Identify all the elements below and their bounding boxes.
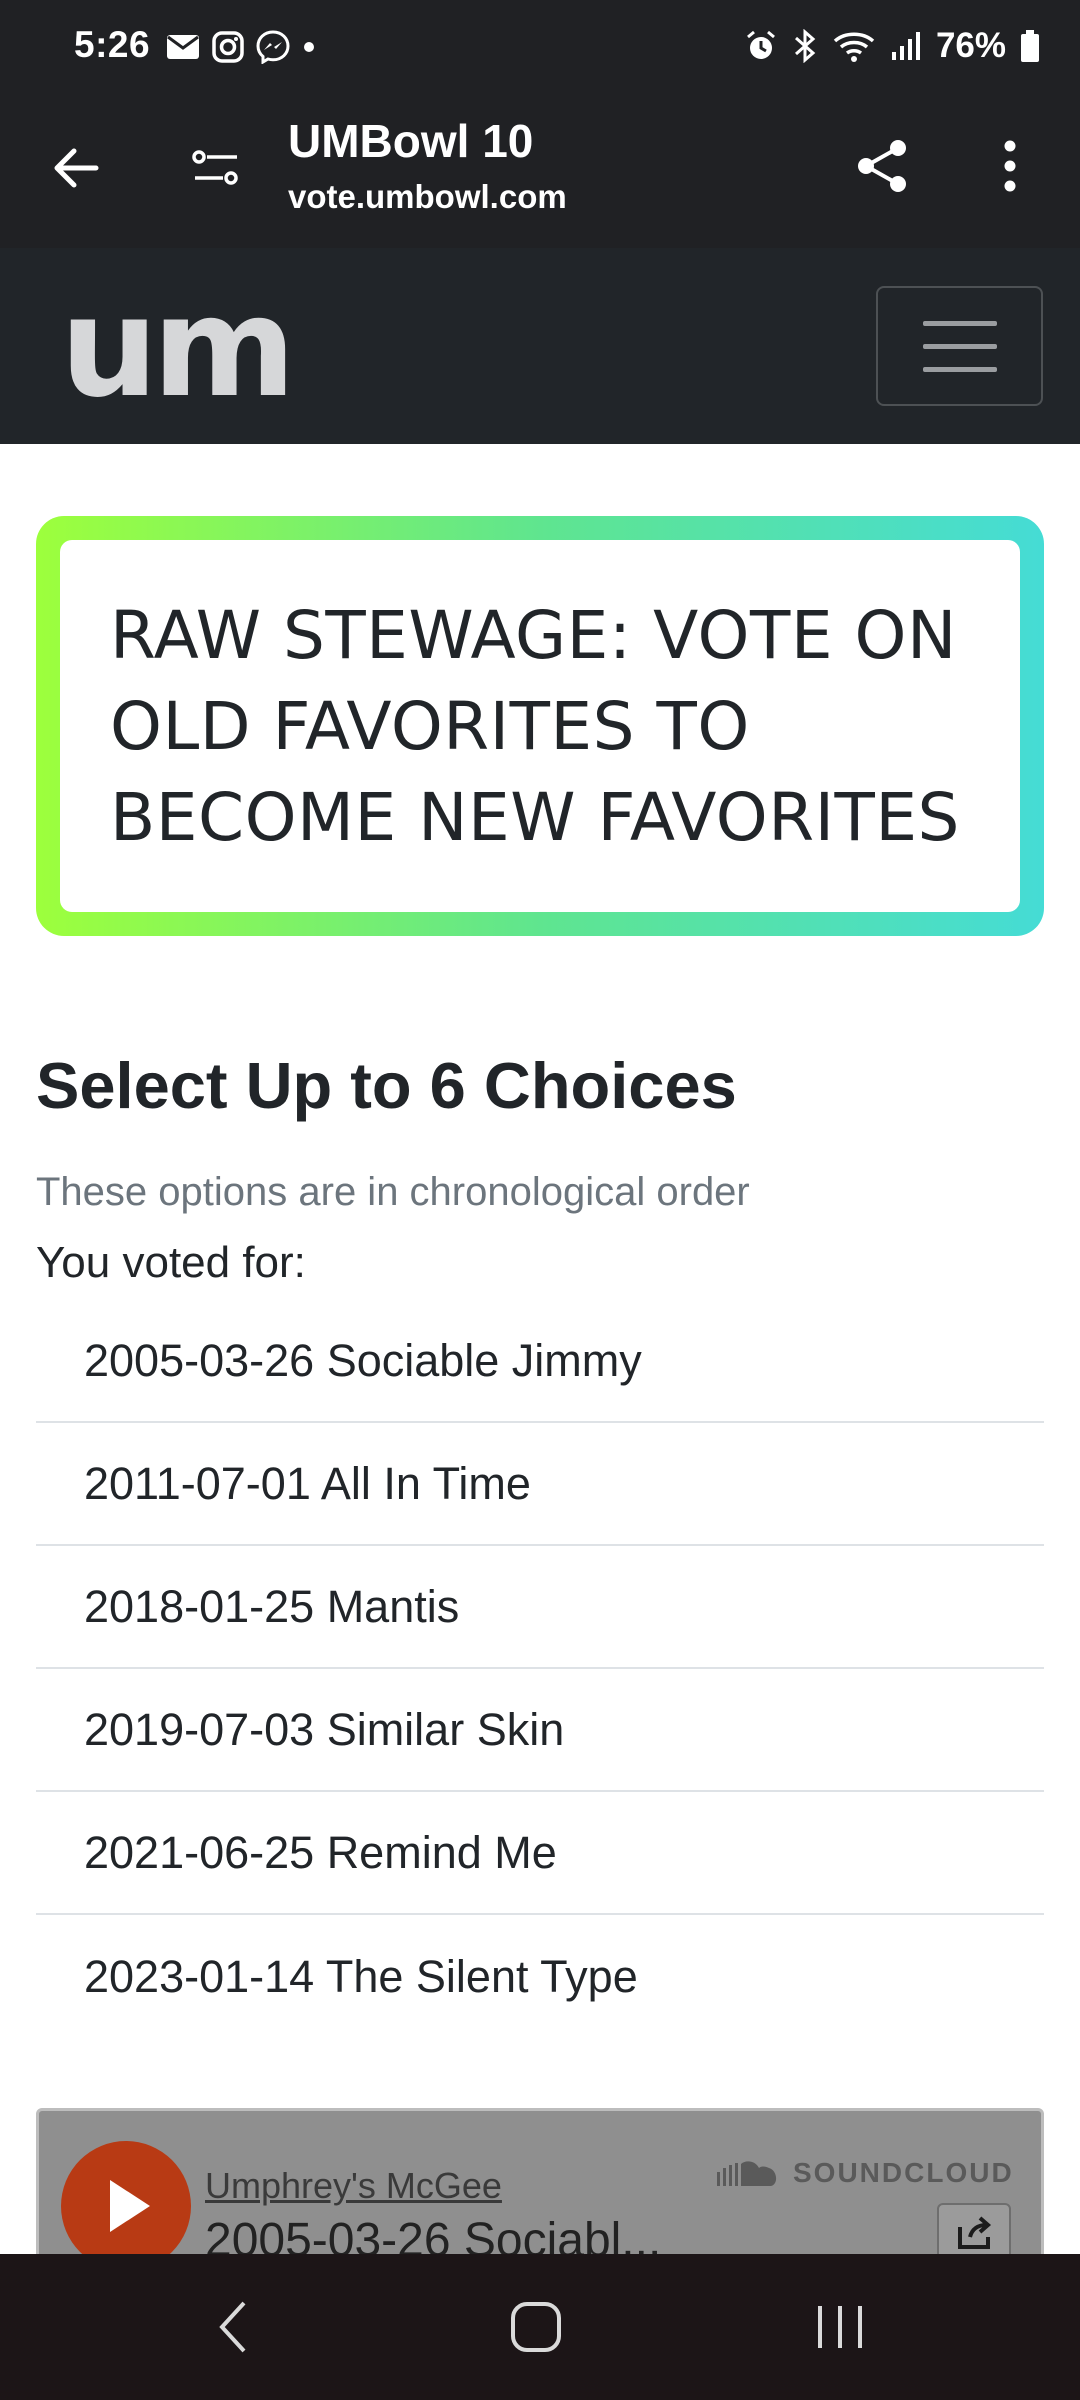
share-box-icon <box>958 2216 992 2249</box>
page-title: UMBowl 10 <box>288 115 534 167</box>
banner-line: BECOME NEW FAVORITES <box>110 779 960 856</box>
list-item: 2005-03-26 Sociable Jimmy <box>36 1300 1044 1423</box>
list-item: 2018-01-25 Mantis <box>36 1546 1044 1669</box>
play-icon <box>110 2180 150 2232</box>
dot-icon <box>304 42 314 52</box>
wifi-icon <box>833 32 875 62</box>
site-logo[interactable]: um <box>60 279 296 417</box>
list-item: 2023-01-14 The Silent Type <box>84 1950 638 2002</box>
back-button[interactable] <box>40 132 112 204</box>
mail-icon <box>167 35 199 59</box>
hamburger-icon-bar <box>922 343 997 349</box>
nav-menu-toggle-button[interactable] <box>876 286 1043 406</box>
instagram-icon <box>212 31 244 63</box>
list-item: 2021-06-25 Remind Me <box>36 1792 1044 1915</box>
system-navigation-bar <box>0 2254 1080 2400</box>
screen: 5:26 76% UMBowl 10 vote.umbowl.com um RA… <box>0 0 1080 2400</box>
soundcloud-icon <box>717 2161 777 2186</box>
messenger-icon <box>256 30 290 64</box>
battery-icon <box>1021 30 1039 62</box>
nav-back-button[interactable] <box>184 2282 284 2372</box>
artist-link[interactable]: Umphrey's McGee <box>205 2165 502 2207</box>
list-item: 2011-07-01 All In Time <box>36 1423 1044 1546</box>
banner-inner: RAW STEWAGE: VOTE ON OLD FAVORITES TO BE… <box>60 540 1020 912</box>
status-bar: 5:26 76% <box>0 0 1080 96</box>
signal-icon <box>891 32 920 60</box>
banner: RAW STEWAGE: VOTE ON OLD FAVORITES TO BE… <box>36 516 1044 936</box>
banner-heading: RAW STEWAGE: VOTE ON OLD FAVORITES TO BE… <box>110 590 970 863</box>
more-options-button[interactable] <box>974 130 1046 202</box>
play-button[interactable] <box>61 2141 191 2271</box>
battery-percentage: 76% <box>935 26 1006 65</box>
hamburger-icon-bar <box>922 320 997 326</box>
bluetooth-icon <box>794 29 816 63</box>
page-url[interactable]: vote.umbowl.com <box>288 178 567 216</box>
tune-icon <box>192 150 238 185</box>
soundcloud-brand-text: SOUNDCLOUD <box>793 2157 1014 2188</box>
share-icon <box>858 140 906 192</box>
recents-icon <box>818 2306 862 2348</box>
home-square-icon <box>511 2302 561 2352</box>
site-navbar: um <box>0 248 1080 444</box>
browser-toolbar: UMBowl 10 vote.umbowl.com <box>0 96 1080 248</box>
arrow-left-icon <box>54 148 99 188</box>
more-vert-icon <box>1004 140 1016 192</box>
share-button[interactable] <box>846 130 918 202</box>
soundcloud-logo[interactable]: SOUNDCLOUD <box>715 2157 1014 2189</box>
nav-home-button[interactable] <box>486 2282 586 2372</box>
banner-line: OLD FAVORITES TO <box>110 688 750 765</box>
site-settings-button[interactable] <box>180 132 252 204</box>
section-subtitle: These options are in chronological order <box>36 1170 750 1214</box>
hamburger-icon-bar <box>922 366 997 372</box>
status-system-icons: 76% <box>744 26 1040 66</box>
list-item: 2019-07-03 Similar Skin <box>36 1669 1044 1792</box>
alarm-icon <box>746 30 775 59</box>
nav-recents-button[interactable] <box>790 2282 890 2372</box>
voted-for-label: You voted for: <box>36 1238 306 1287</box>
status-time: 5:26 <box>74 24 151 65</box>
voted-list: 2005-03-26 Sociable Jimmy 2011-07-01 All… <box>36 1300 1044 2038</box>
banner-line: RAW STEWAGE: VOTE ON <box>110 597 957 674</box>
section-title: Select Up to 6 Choices <box>36 1049 737 1122</box>
status-notification-icons <box>166 30 316 64</box>
chevron-left-icon <box>219 2301 246 2353</box>
